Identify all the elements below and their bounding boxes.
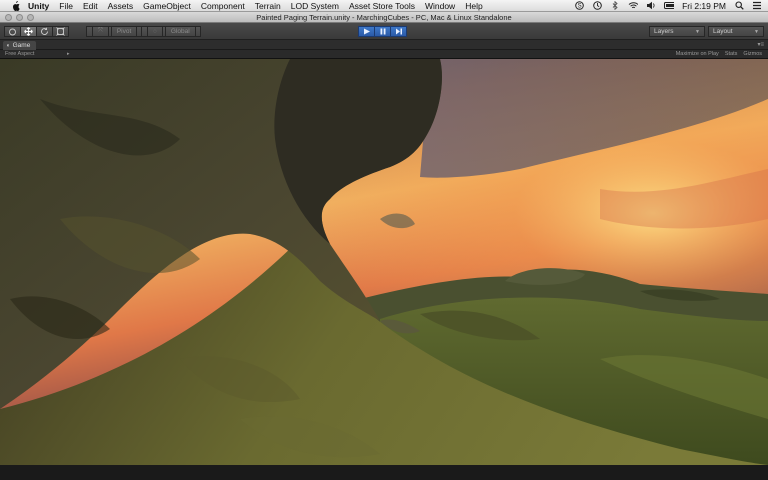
wifi-icon[interactable] (628, 1, 639, 11)
layout-label: Layout (713, 28, 733, 35)
status-area: S Fri 2:19 PM (574, 1, 768, 11)
hand-tool-button[interactable] (4, 26, 21, 37)
menu-bar: Unity File Edit Assets GameObject Compon… (0, 0, 768, 12)
tab-game-label: Game (12, 42, 31, 49)
menu-edit[interactable]: Edit (83, 1, 98, 11)
gizmos-dropdown[interactable]: Gizmos (743, 51, 762, 57)
chevron-down-icon: ▸ (67, 51, 70, 57)
unity-toolbar: ⤧ Pivot ◌ Global Layers ▼ Layout ▼ (0, 23, 768, 40)
pivot-button[interactable]: ⤧ Pivot (86, 26, 143, 37)
pivot-label: Pivot (110, 26, 138, 37)
menu-lod-system[interactable]: LOD System (291, 1, 339, 11)
window-title: Painted Paging Terrain.unity - MarchingC… (256, 12, 512, 22)
tab-game[interactable]: ◖ Game (3, 41, 37, 50)
game-viewport[interactable] (0, 59, 768, 465)
rotate-tool-button[interactable] (36, 26, 53, 37)
scale-tool-button[interactable] (52, 26, 69, 37)
search-icon[interactable] (734, 1, 744, 11)
play-icon (363, 28, 370, 35)
layers-dropdown[interactable]: Layers ▼ (649, 26, 705, 37)
stats-toggle[interactable]: Stats (725, 51, 738, 57)
app-menu: Unity File Edit Assets GameObject Compon… (28, 1, 483, 11)
close-window-button[interactable] (5, 14, 12, 21)
menu-assets[interactable]: Assets (108, 1, 134, 11)
apple-icon[interactable] (10, 0, 20, 11)
menu-asset-store-tools[interactable]: Asset Store Tools (349, 1, 415, 11)
pivot-icon: ⤧ (92, 26, 109, 37)
aspect-dropdown[interactable]: Free Aspect (5, 51, 34, 57)
play-controls (358, 26, 407, 37)
pause-icon (380, 28, 385, 35)
step-icon (395, 28, 402, 35)
rotate-icon (41, 27, 48, 35)
bluetooth-icon[interactable] (610, 1, 620, 11)
pivot-toggle-group: ⤧ Pivot ◌ Global (86, 26, 201, 37)
game-view-toolbar: Free Aspect ▸ Maximize on Play Stats Giz… (0, 50, 768, 59)
step-button[interactable] (390, 26, 407, 37)
skype-icon[interactable]: S (574, 1, 584, 11)
clock-icon[interactable] (592, 1, 602, 11)
global-button[interactable]: ◌ Global (141, 26, 201, 37)
chevron-down-icon: ▼ (754, 29, 759, 35)
menu-component[interactable]: Component (201, 1, 245, 11)
menu-unity[interactable]: Unity (28, 1, 49, 11)
menu-terrain[interactable]: Terrain (255, 1, 281, 11)
menu-window[interactable]: Window (425, 1, 455, 11)
minimize-window-button[interactable] (16, 14, 23, 21)
global-icon: ◌ (147, 26, 163, 37)
window-title-bar: Painted Paging Terrain.unity - MarchingC… (0, 12, 768, 23)
menu-help[interactable]: Help (465, 1, 482, 11)
layout-dropdown[interactable]: Layout ▼ (708, 26, 764, 37)
maximize-on-play-toggle[interactable]: Maximize on Play (676, 51, 719, 57)
pause-button[interactable] (374, 26, 391, 37)
battery-icon[interactable] (664, 1, 675, 11)
chevron-down-icon: ▼ (695, 29, 700, 35)
menu-gameobject[interactable]: GameObject (143, 1, 191, 11)
play-button[interactable] (358, 26, 375, 37)
panel-tab-bar: ◖ Game ▾≡ (0, 40, 768, 50)
volume-icon[interactable] (646, 1, 656, 11)
transform-tools (4, 26, 69, 37)
menu-file[interactable]: File (59, 1, 73, 11)
bottom-bar (0, 465, 768, 480)
global-label: Global (164, 26, 196, 37)
window-controls (5, 14, 34, 21)
game-view-options: Maximize on Play Stats Gizmos (676, 51, 762, 57)
list-icon[interactable] (752, 1, 762, 11)
layers-label: Layers (654, 28, 674, 35)
scale-icon (56, 27, 65, 36)
hand-icon (9, 28, 16, 35)
panel-menu-icon[interactable]: ▾≡ (757, 41, 764, 48)
game-icon: ◖ (6, 42, 10, 49)
move-tool-button[interactable] (20, 26, 37, 37)
terrain-scene-image (0, 59, 768, 465)
svg-text:S: S (577, 4, 581, 10)
move-icon (24, 27, 33, 36)
zoom-window-button[interactable] (27, 14, 34, 21)
menu-clock[interactable]: Fri 2:19 PM (682, 1, 726, 11)
